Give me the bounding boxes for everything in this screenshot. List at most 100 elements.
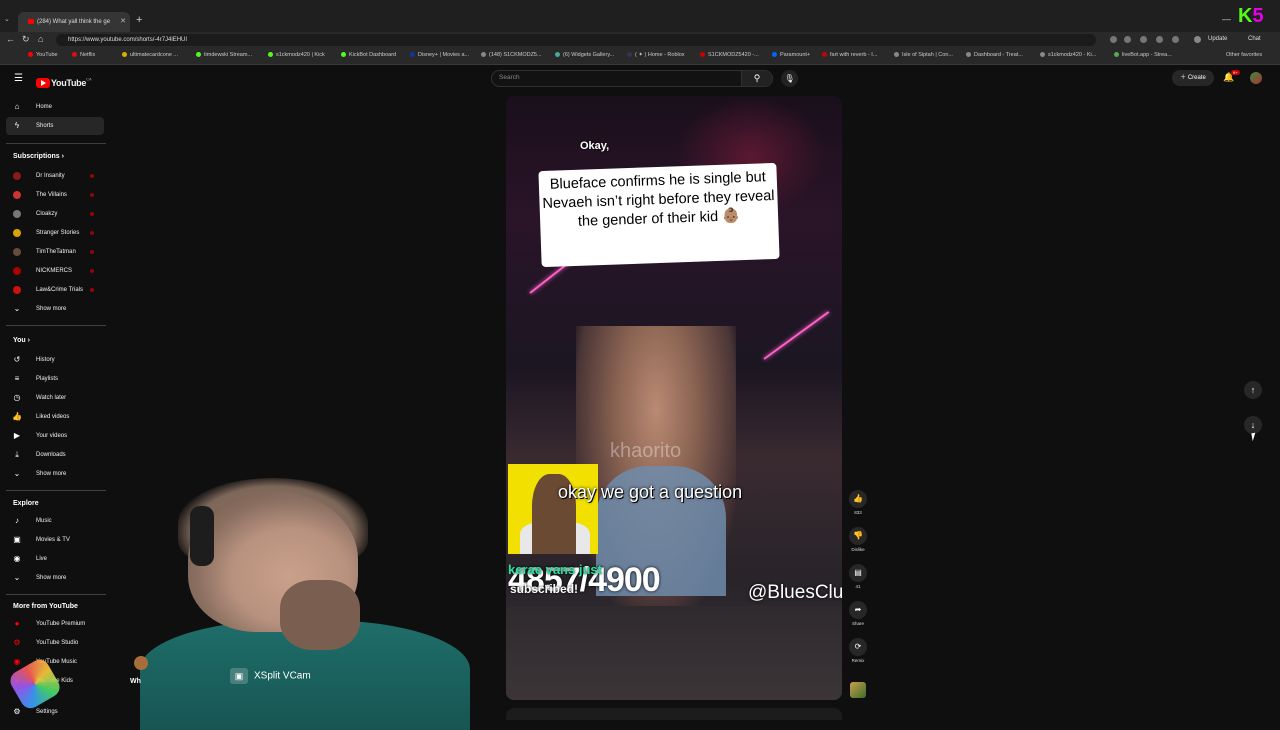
other-favorites[interactable]: Other favorites [1226, 52, 1262, 58]
sidebar-item-your-videos[interactable]: ▶ Your videos [6, 427, 104, 445]
divider [6, 594, 106, 595]
back-icon[interactable]: ← [6, 34, 15, 44]
you-header[interactable]: You › [13, 337, 30, 344]
kick-logo-icon: K5 [1238, 5, 1264, 27]
downloads-icon[interactable] [1172, 36, 1179, 43]
chat-avatar [134, 656, 148, 670]
chevron-down-icon: ⌄ [13, 573, 21, 582]
playlists-icon: ≡ [14, 374, 20, 383]
bookmark-item[interactable]: s1ckmodz420 | Kick [268, 52, 325, 58]
channel-avatar [13, 286, 21, 294]
bookmark-item[interactable]: timdewski Stream... [196, 52, 252, 58]
shorts-icon: ϟ [14, 121, 20, 130]
search-input[interactable]: Search ⚲ [491, 70, 773, 87]
sidebar-item-youtube-studio[interactable]: ⚙ YouTube Studio [6, 634, 104, 652]
subscriptions-show-more[interactable]: ⌄ Show more [6, 300, 104, 318]
sidebar-item-home[interactable]: ⌂ Home [6, 98, 104, 116]
browser-tab[interactable]: (284) What yall think the ge ✕ [18, 12, 130, 32]
dislike-button[interactable]: 👎 Dislike [848, 527, 868, 552]
sidebar-item-settings[interactable]: ⚙ Settings [6, 703, 104, 721]
divider [6, 143, 106, 144]
bookmark-item[interactable]: liveBot.app - Strea... [1114, 52, 1172, 58]
update-button[interactable]: Update [1208, 36, 1227, 42]
subscription-item[interactable]: Law&Crime Trials [6, 281, 104, 299]
voice-search-icon[interactable]: 🎙 [781, 70, 798, 87]
url-field[interactable]: https://www.youtube.com/shorts/-4r7J4lEH… [56, 34, 1096, 46]
subscription-item[interactable]: TimTheTatman [6, 243, 104, 261]
subscriptions-header[interactable]: Subscriptions › [13, 153, 64, 160]
extension-icon[interactable] [1124, 36, 1131, 43]
bookmark-item[interactable]: KickBot Dashboard [341, 52, 396, 58]
bookmark-item[interactable]: YouTube [28, 52, 58, 58]
sidebar-item-playlists[interactable]: ≡ Playlists [6, 370, 104, 388]
bookmark-item[interactable]: s1ckmodz420 - Ki... [1040, 52, 1096, 58]
bookmark-item[interactable]: S1CKMODZ5420 -... [700, 52, 759, 58]
sidebar-item-history[interactable]: ↺ History [6, 351, 104, 369]
search-icon[interactable]: ⚲ [741, 71, 772, 86]
explore-show-more[interactable]: ⌄ Show more [6, 569, 104, 587]
subscription-item[interactable]: Cloakzy [6, 205, 104, 223]
previous-short-button[interactable]: ↑ [1244, 381, 1262, 399]
chevron-down-icon: ⌄ [13, 304, 21, 313]
sidebar-item-music[interactable]: ♪ Music [6, 512, 104, 530]
channel-avatar[interactable] [850, 682, 866, 698]
watch-later-icon: ◷ [13, 393, 21, 402]
sidebar-item-live[interactable]: ◉ Live [6, 550, 104, 568]
sidebar-item-youtube-premium[interactable]: ● YouTube Premium [6, 615, 104, 633]
channel-avatar [13, 191, 21, 199]
dislike-icon: 👎 [849, 527, 867, 545]
bookmark-item[interactable]: (148) S1CKMODZ5... [481, 52, 542, 58]
share-button[interactable]: ➦ Share [848, 601, 868, 626]
chat-button[interactable]: Chat [1248, 36, 1261, 42]
favorites-star-icon[interactable] [1156, 36, 1163, 43]
minimize-icon[interactable]: — [1222, 14, 1231, 24]
chat-snippet: Wh [130, 656, 150, 686]
subscribed-alert-text: subscribed! [510, 582, 579, 596]
overlay-question-text: okay we got a question [558, 482, 743, 502]
subscription-item[interactable]: Dr Insanity [6, 167, 104, 185]
sidebar-item-downloads[interactable]: ⤓ Downloads [6, 446, 104, 464]
profile-avatar[interactable] [1194, 36, 1201, 43]
bookmark-item[interactable]: Netflix [72, 52, 95, 58]
live-indicator [90, 212, 94, 216]
short-video-player[interactable]: khaorito Okay, Blueface confirms he is s… [506, 96, 842, 700]
youtube-premium-icon: ● [14, 619, 20, 628]
you-show-more[interactable]: ⌄ Show more [6, 465, 104, 483]
bookmark-item[interactable]: fart with reverb - I... [822, 52, 877, 58]
bookmark-item[interactable]: Dashboard - Treat... [966, 52, 1023, 58]
sidebar-item-liked-videos[interactable]: 👍 Liked videos [6, 408, 104, 426]
tab-list-icon[interactable]: ⌄ [4, 15, 10, 23]
bookmark-item[interactable]: Paramount+ [772, 52, 810, 58]
extension-icon[interactable] [1110, 36, 1117, 43]
mouse-cursor [1251, 432, 1257, 442]
youtube-play-icon [36, 77, 50, 88]
account-avatar[interactable] [1250, 72, 1262, 84]
subscription-item[interactable]: The Villains [6, 186, 104, 204]
share-icon: ➦ [849, 601, 867, 619]
your-videos-icon: ▶ [13, 431, 21, 440]
reload-icon[interactable]: ↻ [22, 34, 30, 45]
remix-button[interactable]: ⟳ Remix [848, 638, 868, 663]
sidebar-item-movies[interactable]: ▣ Movies & TV [6, 531, 104, 549]
new-tab-icon[interactable]: + [136, 14, 142, 26]
close-tab-icon[interactable]: ✕ [120, 12, 126, 32]
bookmark-item[interactable]: ultimatecardcone ... [122, 52, 178, 58]
create-button[interactable]: ＋ Create [1172, 70, 1214, 86]
comments-button[interactable]: ▤ 41 [848, 564, 868, 589]
bookmark-item[interactable]: ( ✦ ) Home - Roblox [627, 52, 685, 58]
download-icon: ⤓ [15, 450, 19, 459]
hamburger-menu-icon[interactable]: ☰ [14, 73, 23, 84]
subscription-item[interactable]: Stranger Stories [6, 224, 104, 242]
sidebar-item-watch-later[interactable]: ◷ Watch later [6, 389, 104, 407]
like-button[interactable]: 👍 833 [848, 490, 868, 515]
extension-icon[interactable] [1140, 36, 1147, 43]
next-short-button[interactable]: ↓ [1244, 416, 1262, 434]
youtube-logo[interactable]: YouTubeCA [36, 74, 92, 88]
bookmark-item[interactable]: Disney+ | Movies a... [410, 52, 469, 58]
bookmark-item[interactable]: Isle of Siptah | Con... [894, 52, 953, 58]
sidebar-item-shorts[interactable]: ϟ Shorts [6, 117, 104, 135]
next-short-preview[interactable] [506, 708, 842, 720]
bookmark-item[interactable]: (6) Widgets Gallery... [555, 52, 614, 58]
home-icon[interactable]: ⌂ [38, 34, 43, 44]
subscription-item[interactable]: NICKMERCS [6, 262, 104, 280]
